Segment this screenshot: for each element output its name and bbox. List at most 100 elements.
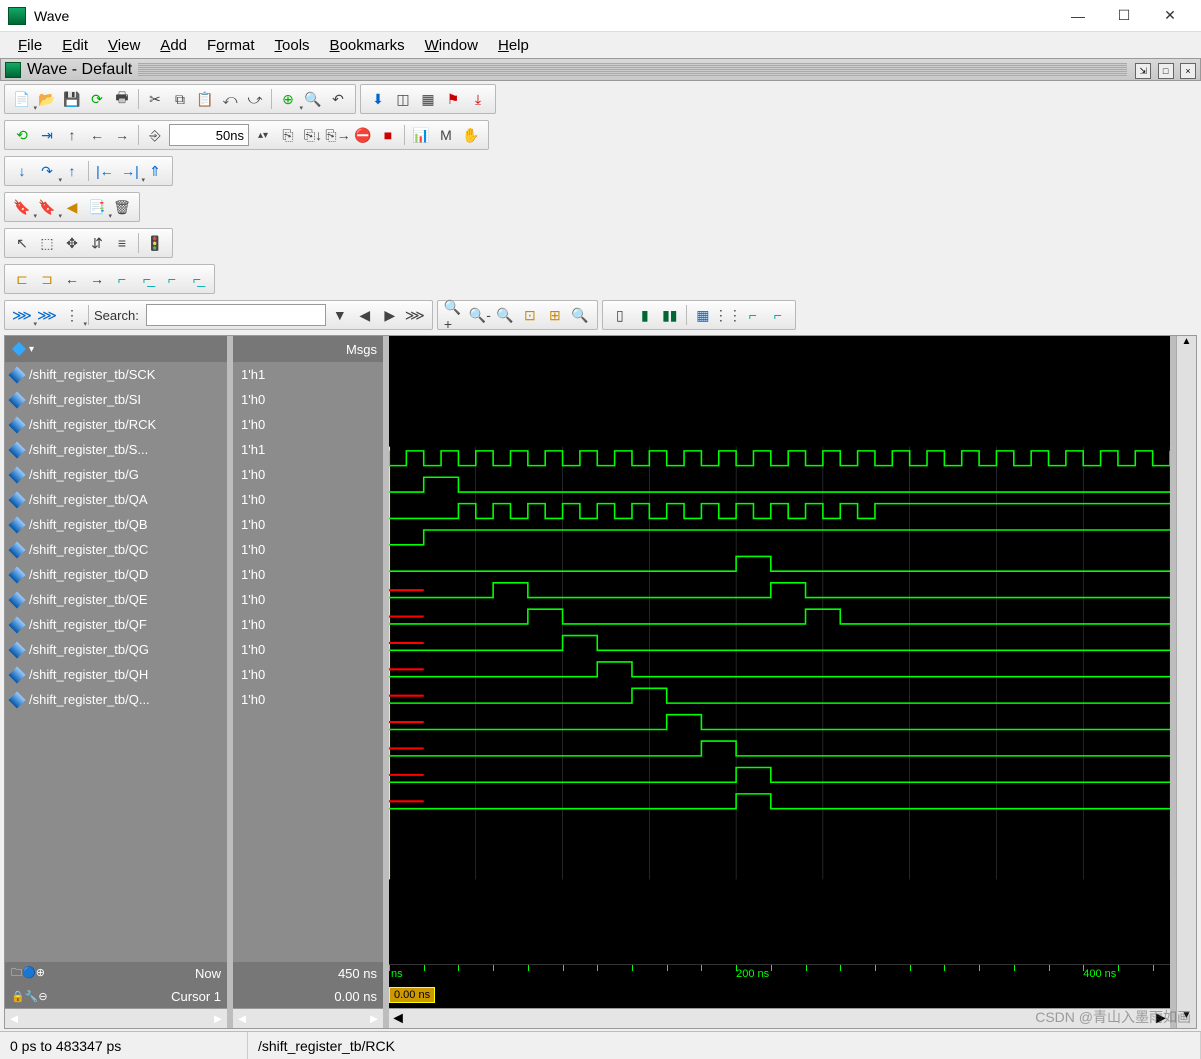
- measure-icon[interactable]: ⇵: [86, 232, 108, 254]
- value-row[interactable]: 1'h1: [233, 362, 383, 387]
- traffic-icon[interactable]: 🚦: [144, 232, 166, 254]
- pointer-icon[interactable]: ↖: [11, 232, 33, 254]
- mode-dots-icon[interactable]: ⋮⋮: [717, 304, 739, 326]
- step-up-icon[interactable]: ↑: [61, 124, 83, 146]
- pan-icon[interactable]: ✥: [61, 232, 83, 254]
- menu-window[interactable]: Window: [415, 35, 488, 56]
- zoom-cursor-icon[interactable]: ⊡: [519, 304, 541, 326]
- mode-dense-icon[interactable]: ▮▮: [659, 304, 681, 326]
- run-length-input[interactable]: [169, 124, 249, 146]
- value-row[interactable]: 1'h0: [233, 487, 383, 512]
- add-icon[interactable]: ⊕▾: [277, 88, 299, 110]
- trace-opts-icon[interactable]: ⋮▾: [61, 304, 83, 326]
- menu-tools[interactable]: Tools: [265, 35, 320, 56]
- redo-icon[interactable]: ⤻: [244, 88, 266, 110]
- signal-row[interactable]: /shift_register_tb/QD: [5, 562, 227, 587]
- wave-style1-icon[interactable]: ⌐: [111, 268, 133, 290]
- search-next-icon[interactable]: ▶: [379, 304, 401, 326]
- paste-icon[interactable]: 📋: [194, 88, 216, 110]
- layer-error-icon[interactable]: ⚑: [442, 88, 464, 110]
- zoom-in-icon[interactable]: 🔍+: [444, 304, 466, 326]
- hand-icon[interactable]: ✋: [460, 124, 482, 146]
- run-all-icon[interactable]: ⇥: [36, 124, 58, 146]
- menu-view[interactable]: View: [98, 35, 150, 56]
- edge-up-icon[interactable]: ⇑: [144, 160, 166, 182]
- wave-style2-icon[interactable]: ⌐̲: [136, 268, 158, 290]
- group-icon[interactable]: ⊏: [11, 268, 33, 290]
- step-fwd-icon[interactable]: →: [111, 124, 133, 146]
- restart-icon[interactable]: ⟲: [11, 124, 33, 146]
- layer-toggle-icon[interactable]: ◫: [392, 88, 414, 110]
- mode-grid-icon[interactable]: ▦: [692, 304, 714, 326]
- mode-edge2-icon[interactable]: ⌐: [767, 304, 789, 326]
- new-icon[interactable]: 📄▾: [11, 88, 33, 110]
- find-icon[interactable]: 🔍: [302, 88, 324, 110]
- edge-next-icon[interactable]: →|▾: [119, 160, 141, 182]
- mem-icon[interactable]: M: [435, 124, 457, 146]
- bookmark-list-icon[interactable]: 📑▾: [86, 196, 108, 218]
- stop-icon[interactable]: ■: [377, 124, 399, 146]
- cursor-next-icon[interactable]: ↷▾: [36, 160, 58, 182]
- perf-icon[interactable]: 📊: [410, 124, 432, 146]
- zoom-other-icon[interactable]: 🔍: [569, 304, 591, 326]
- layer-grid-icon[interactable]: ▦: [417, 88, 439, 110]
- value-row[interactable]: 1'h0: [233, 612, 383, 637]
- run-step-icon[interactable]: ▴▾: [252, 124, 274, 146]
- signal-row[interactable]: /shift_register_tb/QF: [5, 612, 227, 637]
- subwin-dock-icon[interactable]: ⇲: [1135, 63, 1151, 79]
- zoom-full-icon[interactable]: 🔍: [494, 304, 516, 326]
- run-icon[interactable]: ⎘: [277, 124, 299, 146]
- cursor-up-icon[interactable]: ↑: [61, 160, 83, 182]
- maximize-button[interactable]: ☐: [1101, 0, 1147, 32]
- run-length-icon[interactable]: ⎆: [144, 124, 166, 146]
- step-back-icon[interactable]: ←: [86, 124, 108, 146]
- run-next-icon[interactable]: ⎘→: [327, 124, 349, 146]
- signal-row[interactable]: /shift_register_tb/QB: [5, 512, 227, 537]
- trace-prev-icon[interactable]: ⋙▾: [11, 304, 33, 326]
- layer-down-icon[interactable]: ⬇: [367, 88, 389, 110]
- ungroup-icon[interactable]: ⊐: [36, 268, 58, 290]
- signal-row[interactable]: /shift_register_tb/QE: [5, 587, 227, 612]
- value-row[interactable]: 1'h0: [233, 412, 383, 437]
- signal-row[interactable]: /shift_register_tb/SI: [5, 387, 227, 412]
- value-column-header[interactable]: Msgs: [233, 336, 383, 362]
- menu-edit[interactable]: Edit: [52, 35, 98, 56]
- cursor-down-icon[interactable]: ↓: [11, 160, 33, 182]
- reload-icon[interactable]: ⟳: [86, 88, 108, 110]
- mode-edge1-icon[interactable]: ⌐: [742, 304, 764, 326]
- edge-prev-icon[interactable]: |←: [94, 160, 116, 182]
- search-input[interactable]: [146, 304, 326, 326]
- val-hscroll[interactable]: ◄►: [233, 1008, 383, 1028]
- mode-single-icon[interactable]: ▯: [609, 304, 631, 326]
- value-row[interactable]: 1'h0: [233, 387, 383, 412]
- trace-next-icon[interactable]: ⋙: [36, 304, 58, 326]
- minimize-button[interactable]: —: [1055, 0, 1101, 32]
- value-row[interactable]: 1'h0: [233, 512, 383, 537]
- cursor-time-box[interactable]: 0.00 ns: [389, 987, 435, 1003]
- signal-row[interactable]: /shift_register_tb/QC: [5, 537, 227, 562]
- bookmark-add-icon[interactable]: 🔖▾: [11, 196, 33, 218]
- signal-row[interactable]: /shift_register_tb/QH: [5, 662, 227, 687]
- wave-style3-icon[interactable]: ⌐: [161, 268, 183, 290]
- menu-bookmarks[interactable]: Bookmarks: [320, 35, 415, 56]
- signal-row[interactable]: /shift_register_tb/SCK: [5, 362, 227, 387]
- value-row[interactable]: 1'h0: [233, 462, 383, 487]
- wave-vscroll[interactable]: ▲▼: [1176, 336, 1196, 1028]
- copy-icon[interactable]: ⧉: [169, 88, 191, 110]
- value-row[interactable]: 1'h0: [233, 662, 383, 687]
- mode-med-icon[interactable]: ▮: [634, 304, 656, 326]
- print-icon[interactable]: 🖶: [111, 88, 133, 110]
- signal-row[interactable]: /shift_register_tb/S...: [5, 437, 227, 462]
- zoom-range-icon[interactable]: ⊞: [544, 304, 566, 326]
- bookmark-del-icon[interactable]: 🔖▾: [36, 196, 58, 218]
- open-icon[interactable]: 📂: [36, 88, 58, 110]
- collapse-icon[interactable]: ←: [61, 268, 83, 290]
- snap-icon[interactable]: ≡: [111, 232, 133, 254]
- subwin-close-icon[interactable]: ×: [1180, 63, 1196, 79]
- menu-format[interactable]: Format: [197, 35, 265, 56]
- select-icon[interactable]: ⬚: [36, 232, 58, 254]
- zoom-out-icon[interactable]: 🔍-: [469, 304, 491, 326]
- signal-row[interactable]: /shift_register_tb/QG: [5, 637, 227, 662]
- find-prev-icon[interactable]: ↶: [327, 88, 349, 110]
- waveform-panel[interactable]: ns200 ns400 ns 0.00 ns ◄►: [389, 336, 1170, 1028]
